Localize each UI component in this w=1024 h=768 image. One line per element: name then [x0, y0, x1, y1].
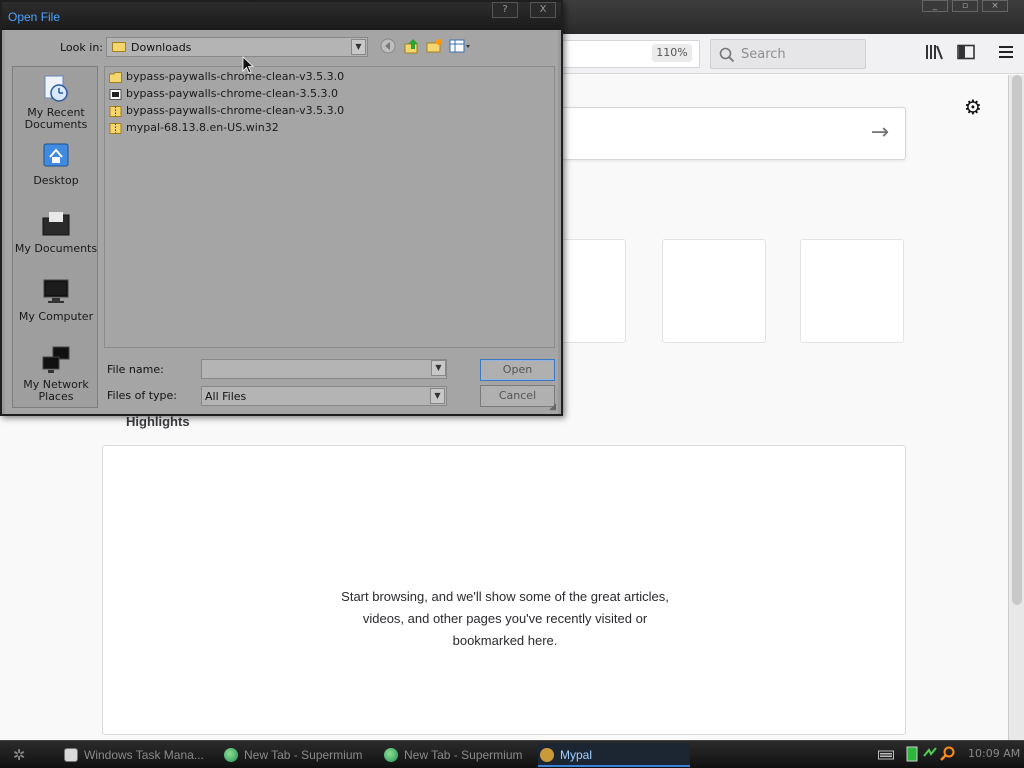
place-my-computer[interactable]: My Computer — [13, 277, 99, 323]
highlights-title: Highlights — [126, 414, 190, 429]
top-site-tile[interactable] — [800, 239, 904, 343]
mouse-cursor-icon — [242, 56, 254, 74]
chevron-down-icon[interactable]: ▼ — [430, 388, 445, 404]
mypal-icon — [540, 748, 554, 762]
top-site-tile[interactable] — [662, 239, 766, 343]
minimize-button[interactable]: _ — [922, 0, 948, 12]
scrollbar-thumb[interactable] — [1012, 75, 1022, 605]
search-icon — [719, 47, 735, 63]
taskbar-clock[interactable]: 10:09 AM — [968, 747, 1020, 760]
crx-file-icon — [109, 89, 122, 100]
file-name-input[interactable] — [201, 359, 447, 379]
resize-grip-icon[interactable]: ◢ — [549, 402, 556, 412]
highlights-panel: Start browsing, and we'll show some of t… — [102, 445, 906, 735]
message-line: bookmarked here. — [452, 633, 558, 648]
message-line: Start browsing, and we'll show some of t… — [341, 589, 669, 604]
up-folder-icon[interactable] — [403, 38, 421, 56]
supermium-icon — [384, 748, 398, 762]
taskbar-item-label: Windows Task Mana... — [84, 748, 204, 762]
file-name: bypass-paywalls-chrome-clean-v3.5.3.0 — [126, 104, 345, 117]
taskbar-item-mypal[interactable]: Mypal — [538, 743, 690, 767]
my-computer-icon — [43, 279, 69, 303]
place-label: My Network Places — [23, 378, 89, 403]
close-button[interactable]: × — [982, 0, 1008, 12]
keyboard-icon[interactable] — [878, 749, 894, 761]
maximize-button[interactable]: ▫ — [952, 0, 978, 12]
help-button[interactable]: ? — [492, 2, 518, 18]
chevron-down-icon[interactable]: ▼ — [351, 39, 366, 55]
file-list[interactable]: bypass-paywalls-chrome-clean-v3.5.3.0 by… — [104, 66, 555, 348]
back-icon[interactable] — [379, 38, 397, 56]
folder-icon — [112, 42, 126, 52]
taskbar: ✲ Windows Task Mana... New Tab - Supermi… — [0, 740, 1024, 768]
place-label: My Recent Documents — [24, 106, 88, 131]
dialog-titlebar: Open File ? X — [2, 2, 561, 30]
open-button[interactable]: Open — [480, 359, 555, 381]
new-folder-icon[interactable] — [425, 38, 443, 56]
my-documents-icon — [42, 212, 70, 236]
place-label: Desktop — [33, 174, 79, 187]
search-tray-icon[interactable] — [940, 746, 956, 762]
place-my-recent-documents[interactable]: My Recent Documents — [13, 73, 99, 131]
file-name: mypal-68.13.8.en-US.win32 — [126, 121, 279, 134]
vertical-scrollbar[interactable] — [1008, 75, 1024, 740]
task-manager-icon — [64, 748, 78, 762]
file-name: bypass-paywalls-chrome-clean-3.5.3.0 — [126, 87, 338, 100]
taskbar-item-supermium-1[interactable]: New Tab - Supermium — [222, 743, 374, 767]
folder-icon — [109, 72, 122, 83]
zip-file-icon — [109, 123, 122, 134]
search-input[interactable]: Search — [710, 39, 866, 69]
dialog-title: Open File — [8, 10, 61, 24]
taskbar-item-task-manager[interactable]: Windows Task Mana... — [62, 743, 214, 767]
taskbar-item-label: New Tab - Supermium — [244, 748, 363, 762]
file-name-label: File name: — [107, 363, 164, 376]
place-my-documents[interactable]: My Documents — [13, 209, 99, 255]
sidebar-icon[interactable] — [956, 44, 976, 64]
network-places-icon — [42, 346, 70, 373]
open-file-dialog: Open File ? X Look in: Downloads ▼ My Re… — [0, 0, 563, 416]
close-dialog-button[interactable]: X — [530, 2, 556, 18]
highlights-empty-message: Start browsing, and we'll show some of t… — [103, 586, 907, 652]
taskbar-item-label: Mypal — [560, 748, 593, 762]
place-my-network-places[interactable]: My Network Places — [13, 345, 99, 403]
taskbar-item-label: New Tab - Supermium — [404, 748, 523, 762]
zoom-badge[interactable]: 110% — [652, 44, 692, 62]
files-of-type-dropdown[interactable]: All Files ▼ — [201, 386, 447, 406]
look-in-label: Look in: — [60, 41, 103, 54]
search-placeholder: Search — [741, 47, 786, 62]
battery-icon[interactable] — [906, 746, 918, 762]
place-label: My Documents — [14, 242, 98, 255]
file-name: bypass-paywalls-chrome-clean-v3.5.3.0 — [126, 70, 345, 83]
recent-documents-icon — [44, 75, 68, 102]
page-search-input[interactable]: → — [550, 107, 906, 160]
place-label: My Computer — [18, 310, 94, 323]
library-icon[interactable] — [924, 44, 944, 64]
look-in-value: Downloads — [131, 41, 192, 54]
arrow-right-icon[interactable]: → — [871, 120, 889, 145]
gear-icon[interactable]: ⚙ — [964, 95, 982, 119]
network-icon[interactable] — [922, 746, 938, 762]
files-of-type-label: Files of type: — [107, 389, 178, 402]
desktop-icon — [43, 143, 69, 167]
place-desktop[interactable]: Desktop — [13, 141, 99, 187]
start-button[interactable]: ✲ — [8, 745, 30, 765]
dialog-body: Look in: Downloads ▼ My Recent Documents — [5, 30, 558, 414]
files-of-type-value: All Files — [205, 390, 247, 403]
chevron-down-icon[interactable]: ▼ — [431, 360, 446, 376]
message-line: videos, and other pages you've recently … — [362, 611, 648, 626]
cancel-button[interactable]: Cancel — [480, 385, 555, 407]
places-bar: My Recent Documents Desktop My Documents… — [12, 66, 98, 408]
look-in-dropdown[interactable]: Downloads ▼ — [106, 37, 368, 57]
taskbar-item-supermium-2[interactable]: New Tab - Supermium — [382, 743, 534, 767]
supermium-icon — [224, 748, 238, 762]
zip-file-icon — [109, 106, 122, 117]
view-menu-icon[interactable] — [449, 38, 470, 56]
menu-icon[interactable] — [996, 44, 1016, 64]
